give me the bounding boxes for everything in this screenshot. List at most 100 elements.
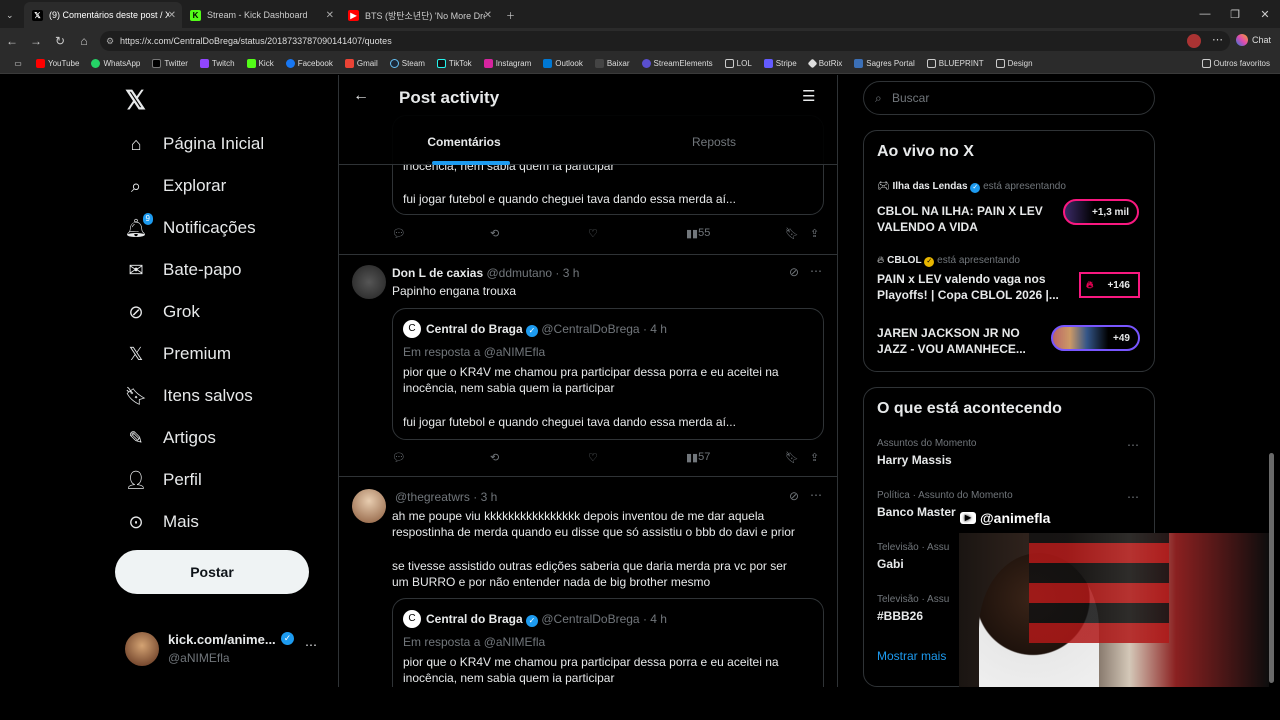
maximize-icon[interactable]: ❐	[1220, 8, 1250, 21]
reply-context: Em resposta a @aNIMEfla	[403, 635, 546, 649]
tab-youtube[interactable]: ▶ BTS (방탄소년단) 'No More Dream' ✕	[340, 2, 498, 28]
nav-home[interactable]: ⌂ Página Inicial	[125, 133, 265, 155]
profile-avatar[interactable]	[1187, 34, 1201, 48]
nav-grok[interactable]: ⊘ Grok	[125, 301, 199, 323]
chat-button[interactable]: Chat	[1236, 34, 1271, 46]
live-item[interactable]: 🎮︎ Ilha das Lendas ✓ está apresentando C…	[877, 181, 1147, 241]
grok-icon[interactable]: ⊘	[789, 489, 799, 503]
home-icon[interactable]: ⌂	[72, 34, 96, 48]
nav-more[interactable]: ⊙ Mais	[125, 511, 198, 533]
post-button[interactable]: Postar	[115, 550, 309, 594]
quoted-tweet[interactable]: C Central do Braga ✓ @CentralDoBrega · 4…	[392, 598, 824, 687]
nav-articles[interactable]: ✎ Artigos	[125, 427, 215, 449]
close-window-icon[interactable]: ✕	[1250, 8, 1280, 21]
more-options-icon[interactable]: ⋯	[305, 638, 317, 652]
trend-item[interactable]: Televisão · Assu Gabi	[877, 542, 967, 582]
bookmark-twitch[interactable]: Twitch	[199, 59, 235, 68]
quoted-tweet[interactable]: C Central do Braga ✓ @CentralDoBrega · 4…	[392, 308, 824, 440]
bookmark-tiktok[interactable]: TikTok	[436, 59, 472, 68]
like-icon[interactable]: ♡	[588, 451, 598, 464]
account-switcher[interactable]: kick.com/anime... ✓ @aNIMEfla ⋯	[125, 630, 325, 670]
close-icon[interactable]: ✕	[484, 10, 492, 21]
author-name[interactable]: Don L de caxias	[392, 266, 483, 280]
live-item[interactable]: 🔥︎ CBLOL ✓ está apresentando PAIN x LEV …	[877, 255, 1147, 315]
tab-kick[interactable]: K Stream - Kick Dashboard ✕	[182, 2, 340, 28]
address-toolbar: ← → ↻ ⌂ ⚙ https://x.com/CentralDoBrega/s…	[0, 28, 1280, 54]
author-handle[interactable]: @ddmutano	[487, 266, 553, 280]
nav-explore[interactable]: ⌕ Explorar	[125, 175, 226, 197]
avatar[interactable]	[352, 265, 386, 299]
show-more-link[interactable]: Mostrar mais	[877, 649, 946, 663]
reload-icon[interactable]: ↻	[48, 34, 72, 48]
bookmark-steam[interactable]: Steam	[389, 59, 425, 68]
site-info-icon[interactable]: ⚙	[106, 36, 114, 47]
bookmark-stripe[interactable]: Stripe	[763, 59, 797, 68]
more-options-icon[interactable]: ⋯	[810, 488, 822, 502]
x-logo-icon[interactable]: 𝕏	[125, 85, 146, 116]
bookmark-folder-lol[interactable]: LOL	[724, 59, 752, 68]
tab-reposts[interactable]: Reposts	[589, 123, 837, 165]
reply-icon[interactable]: 💬︎	[392, 451, 406, 464]
tweet-card[interactable]: @thegreatwrs · 3 h ⊘ ⋯ ah me poupe viu k…	[339, 477, 837, 687]
share-icon[interactable]: ⇪	[810, 227, 819, 240]
forward-icon[interactable]: →	[24, 34, 48, 48]
tab-comments[interactable]: Comentários	[339, 123, 589, 165]
tweet-card[interactable]: Don L de caxias @ddmutano · 3 h ⊘ ⋯ Papi…	[339, 255, 837, 477]
bookmark-kick[interactable]: Kick	[246, 59, 274, 68]
views-icon[interactable]: ▮▮ 55	[686, 227, 710, 240]
tab-list-button[interactable]: ⌄	[0, 2, 24, 28]
minimize-icon[interactable]: —	[1190, 8, 1220, 20]
repost-icon[interactable]: ⟲	[490, 227, 499, 240]
new-tab-button[interactable]: ＋	[498, 2, 522, 28]
bookmark-icon[interactable]: 🔖︎	[785, 451, 799, 464]
nav-profile[interactable]: 👤︎ Perfil	[125, 469, 202, 491]
more-options-icon[interactable]: ⋯	[1127, 490, 1139, 504]
bookmark-gmail[interactable]: Gmail	[344, 59, 378, 68]
tweet-time[interactable]: · 3 h	[555, 266, 579, 280]
trend-item[interactable]: Assuntos do Momento Harry Massis ⋯	[877, 438, 1147, 478]
live-item[interactable]: JAREN JACKSON JR NO JAZZ - VOU AMANHECE.…	[877, 323, 1147, 363]
nav-bookmarks[interactable]: 🔖︎ Itens salvos	[125, 385, 253, 407]
repost-icon[interactable]: ⟲	[490, 451, 499, 464]
page-scrollbar[interactable]	[1269, 453, 1274, 683]
close-icon[interactable]: ✕	[326, 10, 334, 21]
nav-premium[interactable]: 𝕏 Premium	[125, 343, 231, 365]
trend-item[interactable]: Televisão · Assu #BBB26	[877, 594, 967, 634]
menu-icon[interactable]: ⋯	[1212, 33, 1223, 46]
more-options-icon[interactable]: ⋯	[810, 264, 822, 278]
url-field[interactable]: ⚙ https://x.com/CentralDoBrega/status/20…	[100, 31, 1230, 51]
views-icon[interactable]: ▮▮ 57	[686, 451, 710, 464]
bookmark-folder-design[interactable]: Design	[995, 59, 1033, 68]
bookmark-youtube[interactable]: YouTube	[36, 59, 79, 68]
bookmark-instagram[interactable]: Instagram	[483, 59, 531, 68]
bookmark-other-folder[interactable]: Outros favoritos	[1201, 59, 1270, 68]
nav-chat[interactable]: ✉ Bate-papo	[125, 259, 241, 281]
bookmark-facebook[interactable]: Facebook	[285, 59, 333, 68]
back-arrow-icon[interactable]: ←	[353, 87, 369, 105]
bookmark-icon[interactable]: 🔖︎	[785, 227, 799, 240]
bookmark-folder-blueprint[interactable]: BLUEPRINT	[926, 59, 984, 68]
author-handle[interactable]: @thegreatwrs	[395, 490, 470, 504]
back-icon[interactable]: ←	[0, 34, 24, 48]
grok-icon[interactable]: ⊘	[789, 265, 799, 279]
bookmark-outlook[interactable]: Outlook	[543, 59, 583, 68]
bookmark-twitter[interactable]: Twitter	[152, 59, 188, 68]
bookmark-streamelements[interactable]: StreamElements	[641, 59, 713, 68]
bookmark-baixar[interactable]: Baixar	[594, 59, 630, 68]
reply-icon[interactable]: 💬︎	[392, 227, 406, 240]
like-icon[interactable]: ♡	[588, 227, 598, 240]
search-input[interactable]: ⌕ Buscar	[863, 81, 1155, 115]
bookmark-botrix[interactable]: BotRix	[807, 58, 842, 69]
tweet-time[interactable]: · 3 h	[473, 490, 497, 504]
bookmark-sagres[interactable]: Sagres Portal	[854, 59, 915, 68]
share-icon[interactable]: ⇪	[810, 451, 819, 464]
youtube-icon: ▶	[960, 512, 976, 524]
bookmark-whatsapp[interactable]: WhatsApp	[91, 59, 140, 68]
avatar[interactable]	[352, 489, 386, 523]
close-icon[interactable]: ✕	[168, 10, 176, 21]
apps-icon[interactable]: ▭	[0, 59, 36, 68]
nav-notifications[interactable]: 🔔︎ 9 Notificações	[125, 213, 256, 239]
tab-x[interactable]: 𝕏 (9) Comentários deste post / X ✕	[24, 2, 182, 28]
filter-icon[interactable]: ☰	[802, 87, 815, 105]
more-options-icon[interactable]: ⋯	[1127, 438, 1139, 452]
